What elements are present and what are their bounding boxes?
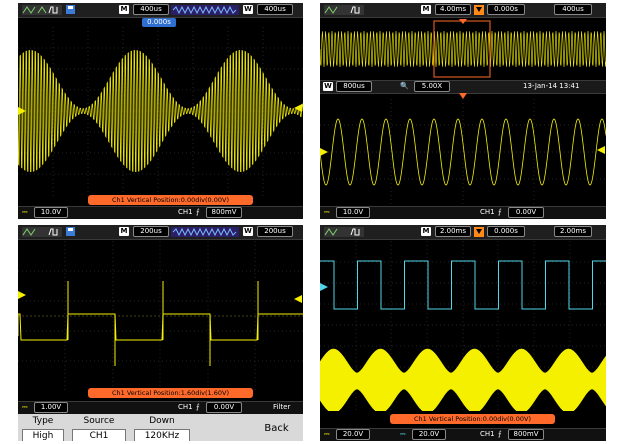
date-time: 13-Jan-14 13:41 <box>523 82 580 90</box>
trigger-level-marker-icon <box>597 146 605 154</box>
zoom-icon: 🔍 <box>400 82 409 90</box>
zoom-info-bar: W 800us 🔍 5.00X 13-Jan-14 13:41 <box>320 80 606 94</box>
trigger-level: 800mV <box>508 429 544 440</box>
ch1-marker-icon <box>320 148 328 156</box>
ch1-marker-icon <box>18 291 26 299</box>
window-chip: W <box>243 227 253 236</box>
run-mode-icon <box>324 227 364 237</box>
ch1-scale: 10.0V <box>34 207 68 218</box>
ch1-coupling-icon: ⎓ <box>324 208 330 216</box>
window-timebase: 2.00ms <box>554 226 592 237</box>
run-mode-icon <box>22 5 62 15</box>
ch1-coupling-icon: ⎓ <box>22 403 28 411</box>
trigger-level-marker-icon <box>294 104 302 112</box>
trigger-source: CH1 <box>178 208 193 216</box>
menu-down-title: Down <box>149 416 175 426</box>
back-button-label: Back <box>264 423 289 434</box>
trigger-source: CH1 <box>178 403 193 411</box>
trigger-level-marker-icon <box>294 295 302 303</box>
top-status-bar: M 200us W 200us <box>18 225 303 240</box>
ch1-coupling-icon: ⎓ <box>22 208 28 216</box>
bottom-status-bar: ⎓ 10.0V CH1 ⨍ 800mV <box>18 206 303 219</box>
save-icon <box>66 5 75 14</box>
main-timebase: 200us <box>133 226 169 237</box>
window-timebase: 400us <box>257 4 293 15</box>
menu-down-value: 120KHz <box>134 429 190 441</box>
menu-down[interactable]: Down 120KHz <box>130 414 195 441</box>
back-button[interactable]: Back <box>250 414 303 441</box>
memory-waveform-strip <box>171 5 239 15</box>
ch1-scale: 20.0V <box>336 429 370 440</box>
trigger-source: CH1 <box>480 208 495 216</box>
waveform-display <box>320 241 606 411</box>
ch1-scale: 1.00V <box>34 402 68 413</box>
top-status-bar: M 4.00ms 0.000s 400us <box>320 3 606 18</box>
top-status-bar: M 2.00ms 0.000s 2.00ms <box>320 225 606 240</box>
ch1-scale: 10.0V <box>336 207 370 218</box>
scope-panel-1: M 400us W 400us 0.000s Ch1 Vertical Posi… <box>18 3 303 219</box>
main-timebase: 4.00ms <box>435 4 471 15</box>
trigger-delay: 0.000s <box>487 4 525 15</box>
menu-type-value: High Pass <box>22 429 64 441</box>
main-timebase-chip: M <box>421 5 431 14</box>
trigger-level: 0.00V <box>206 402 242 413</box>
menu-title: Filter <box>273 403 291 411</box>
ch1-marker-icon <box>320 375 328 383</box>
status-message: Ch1 Vertical Position:1.60div(1.60V) <box>88 388 253 398</box>
menu-source[interactable]: Source CH1 <box>68 414 131 441</box>
ch2-scale: 20.0V <box>412 429 446 440</box>
memory-waveform-strip <box>171 227 239 237</box>
trigger-edge-icon: ⨍ <box>196 208 200 216</box>
main-timebase-chip: M <box>119 5 129 14</box>
trigger-level: 800mV <box>206 207 242 218</box>
status-message: Ch1 Vertical Position:0.00div(0.00V) <box>390 414 555 424</box>
save-icon <box>66 227 75 236</box>
scope-panel-2: M 4.00ms 0.000s 400us W 800us 🔍 5.00X 13… <box>320 3 606 219</box>
ch1-marker-icon <box>18 107 26 115</box>
trigger-level: 0.00V <box>508 207 544 218</box>
menu-source-value: CH1 <box>72 429 126 441</box>
scope-panel-3: M 200us W 200us Ch1 Vertical Position:1.… <box>18 225 303 441</box>
trigger-edge-icon: ⨍ <box>498 430 502 438</box>
main-timebase-chip: M <box>119 227 129 236</box>
zoom-factor: 5.00X <box>414 81 450 92</box>
filter-menu: Type High Pass Source CH1 Down 120KHz Ba… <box>18 414 303 441</box>
scope-panel-4: M 2.00ms 0.000s 2.00ms Ch1 Vertical Posi… <box>320 225 606 441</box>
window-chip: W <box>243 5 253 14</box>
waveform-display <box>18 241 303 391</box>
trigger-time-label: 0.000s <box>142 18 176 27</box>
bottom-status-bar: ⎓ 10.0V CH1 ⨍ 0.00V <box>320 206 606 219</box>
ch1-coupling-icon: ⎓ <box>324 430 330 438</box>
overview-waveform <box>320 19 606 78</box>
run-mode-icon <box>22 227 62 237</box>
ch2-coupling-icon: ⎓ <box>400 430 406 438</box>
main-timebase-chip: M <box>421 227 431 236</box>
main-timebase: 400us <box>133 4 169 15</box>
trigger-position-icon <box>474 5 484 15</box>
trigger-position-icon <box>474 227 484 237</box>
trigger-edge-icon: ⨍ <box>498 208 502 216</box>
trigger-edge-icon: ⨍ <box>196 403 200 411</box>
waveform-display <box>18 27 303 197</box>
trigger-source: CH1 <box>480 430 495 438</box>
bottom-status-bar: ⎓ 1.00V CH1 ⨍ 0.00V Filter <box>18 401 303 414</box>
main-timebase: 2.00ms <box>435 226 471 237</box>
top-status-bar: M 400us W 400us <box>18 3 303 18</box>
bottom-status-bar: ⎓ 20.0V ⎓ 20.0V CH1 ⨍ 800mV <box>320 428 606 441</box>
status-message: Ch1 Vertical Position:0.00div(0.00V) <box>88 195 253 205</box>
run-mode-icon <box>324 5 364 15</box>
window-timebase: 200us <box>257 226 293 237</box>
menu-source-title: Source <box>83 416 115 426</box>
window-chip: W <box>323 82 333 91</box>
menu-blank[interactable] <box>194 414 251 441</box>
zoomed-waveform <box>320 99 606 205</box>
trigger-delay: 0.000s <box>487 226 525 237</box>
zoom-window-timebase: 800us <box>336 81 372 92</box>
menu-type[interactable]: Type High Pass <box>18 414 69 441</box>
window-timebase: 400us <box>554 4 592 15</box>
ch2-marker-icon <box>320 283 328 291</box>
menu-type-title: Type <box>32 416 54 426</box>
